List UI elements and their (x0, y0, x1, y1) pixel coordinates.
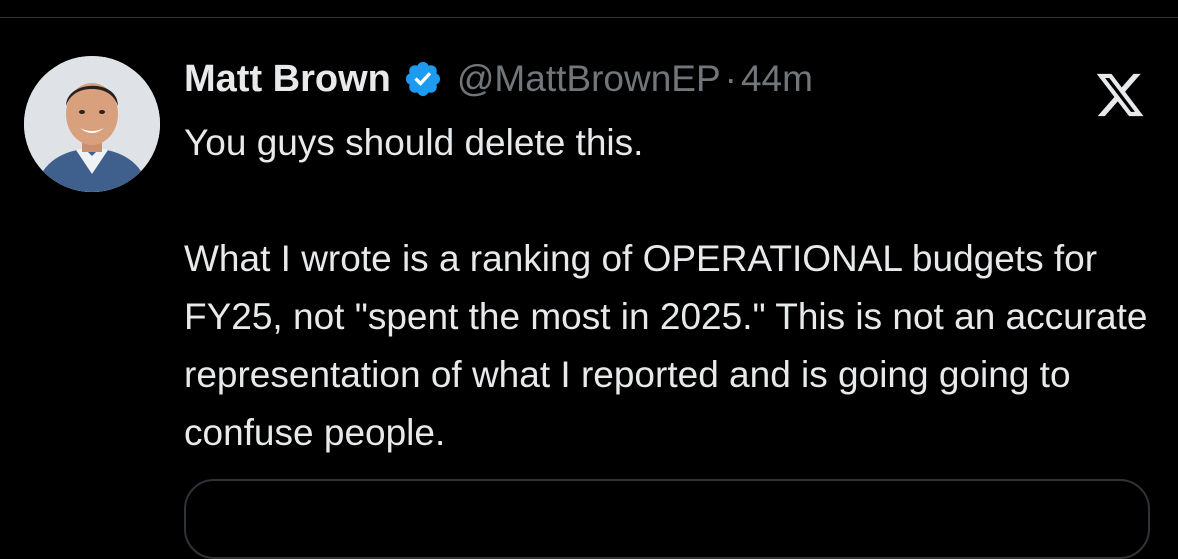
tweet-text: You guys should delete this. What I wrot… (184, 114, 1164, 462)
tweet-paragraph-1: You guys should delete this. (184, 122, 644, 163)
avatar[interactable] (24, 56, 160, 192)
tweet-header: Matt Brown @MattBrownEP · 44m (184, 53, 813, 105)
display-name[interactable]: Matt Brown (184, 58, 391, 101)
handle[interactable]: @MattBrownEP (457, 58, 721, 100)
community-note-tweet: Matt Brown @MattBrownEP · 44m You guys s… (0, 19, 1178, 559)
top-divider (0, 0, 1178, 18)
quoted-post-card[interactable] (184, 479, 1150, 559)
separator-dot: · (724, 58, 737, 99)
x-logo-icon[interactable] (1094, 71, 1146, 119)
timestamp[interactable]: 44m (741, 58, 813, 100)
verified-badge-icon (403, 59, 443, 99)
avatar-portrait-icon (24, 56, 160, 192)
tweet-paragraph-2: What I wrote is a ranking of OPERATIONAL… (184, 238, 1158, 453)
